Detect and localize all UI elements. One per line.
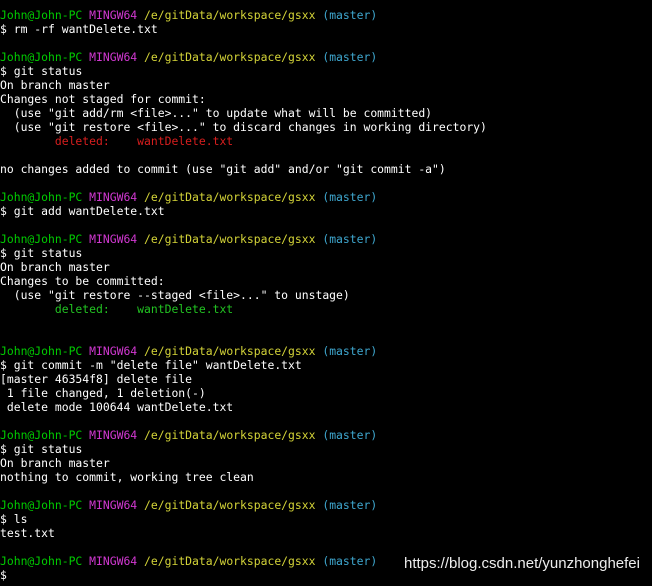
prompt-line: John@John-PC MINGW64 /e/gitData/workspac… [0,50,652,64]
prompt-line: John@John-PC MINGW64 /e/gitData/workspac… [0,344,652,358]
prompt-branch: (master) [322,344,378,358]
prompt-symbol: $ [0,568,7,582]
command-line: $ git commit -m "delete file" wantDelete… [0,358,652,372]
prompt-symbol: $ [0,512,7,526]
output-line: [master 46354f8] delete file [0,372,193,386]
prompt-branch: (master) [322,554,378,568]
command-text: git status [13,246,83,260]
prompt-line: John@John-PC MINGW64 /e/gitData/workspac… [0,232,652,246]
prompt-system: MINGW64 [89,554,138,568]
prompt-user: John@John-PC [0,50,83,64]
command-text: git status [13,64,83,78]
command-line: $ ls [0,512,652,526]
command-line: $ git status [0,442,652,456]
prompt-path: /e/gitData/workspace/gsxx [144,428,316,442]
prompt-branch: (master) [322,498,378,512]
prompt-symbol: $ [0,204,7,218]
prompt-symbol: $ [0,22,7,36]
prompt-system: MINGW64 [89,8,138,22]
prompt-user: John@John-PC [0,190,83,204]
output-line: (use "git restore <file>..." to discard … [0,120,487,134]
prompt-user: John@John-PC [0,554,83,568]
prompt-user: John@John-PC [0,344,83,358]
prompt-branch: (master) [322,428,378,442]
output-line: On branch master [0,78,110,92]
command-text: git commit -m "delete file" wantDelete.t… [13,358,302,372]
prompt-path: /e/gitData/workspace/gsxx [144,8,316,22]
output-line: delete mode 100644 wantDelete.txt [0,400,234,414]
prompt-path: /e/gitData/workspace/gsxx [144,190,316,204]
prompt-system: MINGW64 [89,428,138,442]
command-line: $ git add wantDelete.txt [0,204,652,218]
prompt-symbol: $ [0,64,7,78]
output-line: (use "git add/rm <file>..." to update wh… [0,106,433,120]
prompt-path: /e/gitData/workspace/gsxx [144,50,316,64]
prompt-user: John@John-PC [0,498,83,512]
prompt-line: John@John-PC MINGW64 /e/gitData/workspac… [0,190,652,204]
prompt-branch: (master) [322,190,378,204]
command-line: $ git status [0,64,652,78]
prompt-path: /e/gitData/workspace/gsxx [144,554,316,568]
prompt-system: MINGW64 [89,344,138,358]
prompt-user: John@John-PC [0,428,83,442]
prompt-path: /e/gitData/workspace/gsxx [144,232,316,246]
output-line: On branch master [0,456,110,470]
command-line: $ rm -rf wantDelete.txt [0,22,652,36]
command-text: rm -rf wantDelete.txt [13,22,158,36]
watermark: https://blog.csdn.net/yunzhonghefei [403,555,640,572]
output-line: 1 file changed, 1 deletion(-) [0,386,206,400]
prompt-system: MINGW64 [89,190,138,204]
terminal-window[interactable]: John@John-PC MINGW64 /e/gitData/workspac… [0,8,652,586]
prompt-line: John@John-PC MINGW64 /e/gitData/workspac… [0,498,652,512]
prompt-system: MINGW64 [89,232,138,246]
output-line: test.txt [0,526,55,540]
command-line: $ git status [0,246,652,260]
prompt-path: /e/gitData/workspace/gsxx [144,344,316,358]
prompt-symbol: $ [0,442,7,456]
output-line: Changes to be committed: [0,274,165,288]
deleted-unstaged-line: deleted: wantDelete.txt [0,134,234,148]
prompt-line: John@John-PC MINGW64 /e/gitData/workspac… [0,428,652,442]
output-line: (use "git restore --staged <file>..." to… [0,288,350,302]
prompt-path: /e/gitData/workspace/gsxx [144,498,316,512]
output-line: On branch master [0,260,110,274]
prompt-branch: (master) [322,50,378,64]
output-line: Changes not staged for commit: [0,92,206,106]
prompt-user: John@John-PC [0,8,83,22]
output-line: nothing to commit, working tree clean [0,470,254,484]
prompt-system: MINGW64 [89,498,138,512]
prompt-line: John@John-PC MINGW64 /e/gitData/workspac… [0,8,652,22]
prompt-user: John@John-PC [0,232,83,246]
command-text: git status [13,442,83,456]
prompt-branch: (master) [322,232,378,246]
prompt-symbol: $ [0,358,7,372]
prompt-system: MINGW64 [89,50,138,64]
output-line: no changes added to commit (use "git add… [0,162,446,176]
command-text: ls [13,512,28,526]
prompt-symbol: $ [0,246,7,260]
prompt-branch: (master) [322,8,378,22]
command-text: git add wantDelete.txt [13,204,165,218]
deleted-staged-line: deleted: wantDelete.txt [0,302,234,316]
